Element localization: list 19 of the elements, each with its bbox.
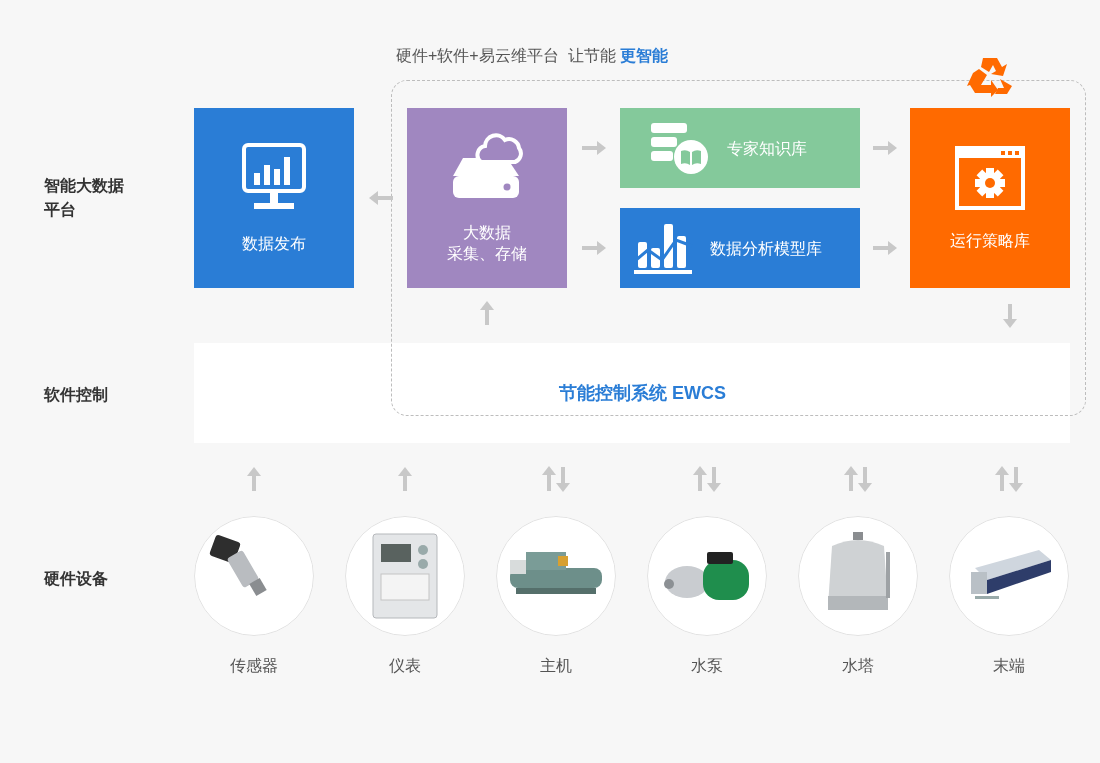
row-label: 硬件设备 (44, 569, 109, 589)
device-label: 主机 (539, 656, 573, 676)
module-label: 数据发布 (242, 233, 306, 254)
row-label: 软件控制 (44, 385, 109, 405)
module-label: 采集、存储 (447, 244, 527, 264)
module-label: 专家知识库 (727, 138, 807, 159)
window-gear-icon (955, 145, 1025, 210)
control-system-title: 节能控制系统 EWCS (559, 382, 726, 405)
device-label: 仪表 (388, 656, 422, 676)
module-label: 运行策略库 (950, 230, 1030, 251)
server-book-icon (649, 121, 711, 175)
device-label: 传感器 (229, 656, 279, 676)
module-label: 大数据 (463, 223, 511, 243)
headline: 硬件+软件+易云维平台 让节能 更智能 (396, 46, 669, 66)
row-label: 智能大数据平台 (44, 176, 125, 220)
device-label: 水泵 (690, 656, 724, 676)
device-label: 水塔 (841, 656, 875, 676)
device-label: 末端 (992, 656, 1026, 676)
module-label: 数据分析模型库 (710, 238, 822, 259)
